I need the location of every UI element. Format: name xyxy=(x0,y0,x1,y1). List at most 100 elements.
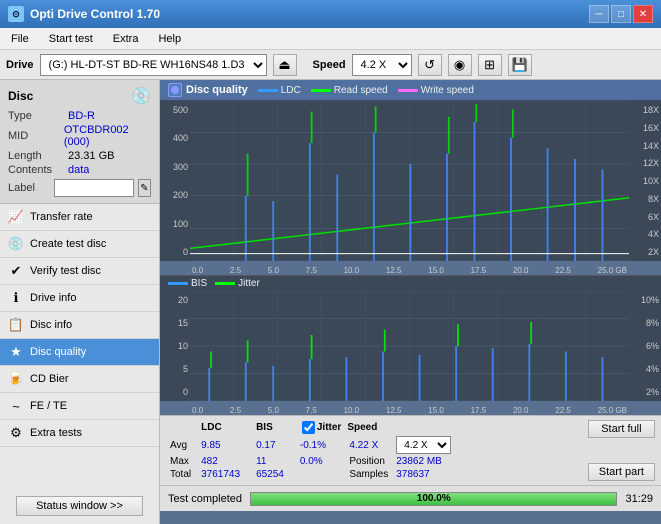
progress-label: 100.0% xyxy=(251,493,616,505)
titlebar: ⊙ Opti Drive Control 1.70 ─ □ ✕ xyxy=(0,0,661,28)
menu-start-test[interactable]: Start test xyxy=(44,31,98,47)
row-avg-ldc: 9.85 xyxy=(199,435,254,455)
eject-button[interactable]: ⏏ xyxy=(273,54,297,76)
chart1-y-axis-left: 5004003002001000 xyxy=(160,101,190,261)
jitter-checkbox[interactable] xyxy=(302,421,315,434)
stats-row: LDC BIS Jitter Speed xyxy=(160,415,661,485)
drive-select[interactable]: (G:) HL-DT-ST BD-RE WH16NS48 1.D3 xyxy=(40,54,267,76)
app-title: Opti Drive Control 1.70 xyxy=(30,7,160,21)
type-value: BD-R xyxy=(68,110,95,122)
sidebar-item-verify-test-disc[interactable]: ✔ Verify test disc xyxy=(0,258,159,285)
disc-icon[interactable]: 💿 xyxy=(131,86,151,106)
sidebar-item-drive-info[interactable]: ℹ Drive info xyxy=(0,285,159,312)
sidebar-item-disc-quality[interactable]: ★ Disc quality xyxy=(0,339,159,366)
row-max-pos-label: Position xyxy=(345,455,392,468)
sidebar: Disc 💿 Type BD-R MID OTCBDR002 (000) Len… xyxy=(0,80,160,524)
jitter-checkbox-label: Jitter xyxy=(302,421,341,434)
contents-value: data xyxy=(68,164,89,176)
speed-label: Speed xyxy=(313,59,346,71)
row-avg-jitter: -0.1% xyxy=(298,435,345,455)
contents-label: Contents xyxy=(8,164,68,176)
legend-write-speed: Write speed xyxy=(398,85,474,96)
disc-quality-title: Disc quality xyxy=(186,84,248,96)
sidebar-item-label-create-test-disc: Create test disc xyxy=(30,238,106,250)
disc-quality-header-icon xyxy=(168,83,182,97)
chart2-y-axis-left: 20151050 xyxy=(160,291,190,401)
row-total-label: Total xyxy=(168,468,199,481)
row-max-label: Max xyxy=(168,455,199,468)
create-test-disc-icon: 💿 xyxy=(8,236,24,252)
legend-jitter: Jitter xyxy=(215,278,260,289)
chart1-canvas: 0.02.55.07.510.012.515.017.520.022.525.0… xyxy=(190,101,629,261)
sidebar-item-fe-te[interactable]: ~ FE / TE xyxy=(0,393,159,420)
legend-write-speed-label: Write speed xyxy=(421,85,474,96)
stats-speed-select[interactable]: 4.2 X xyxy=(396,436,451,454)
col-header-bis: BIS xyxy=(254,420,298,435)
progress-bar-container: 100.0% xyxy=(250,492,617,506)
close-button[interactable]: ✕ xyxy=(633,5,653,23)
label-label: Label xyxy=(8,182,50,194)
legend-ldc-color xyxy=(258,89,278,92)
sidebar-item-label-extra-tests: Extra tests xyxy=(30,427,82,439)
row-max-bis: 11 xyxy=(254,455,298,468)
stats-table-area: LDC BIS Jitter Speed xyxy=(160,416,582,485)
mid-value: OTCBDR002 (000) xyxy=(64,124,151,148)
cd-bier-icon: 🍺 xyxy=(8,371,24,387)
drive-info-icon: ℹ xyxy=(8,290,24,306)
maximize-button[interactable]: □ xyxy=(611,5,631,23)
sidebar-item-disc-info[interactable]: 📋 Disc info xyxy=(0,312,159,339)
sidebar-item-label-disc-info: Disc info xyxy=(30,319,72,331)
sidebar-item-extra-tests[interactable]: ⚙ Extra tests xyxy=(0,420,159,447)
verify-test-disc-icon: ✔ xyxy=(8,263,24,279)
legend-read-speed-label: Read speed xyxy=(334,85,388,96)
table-row: Total 3761743 65254 Samples 378637 xyxy=(168,468,455,481)
minimize-button[interactable]: ─ xyxy=(589,5,609,23)
fe-te-icon: ~ xyxy=(8,398,24,414)
row-total-samples-val: 378637 xyxy=(392,468,455,481)
row-avg-speed: 4.22 X xyxy=(345,435,392,455)
col-header-speed-label: Speed xyxy=(345,420,392,435)
extra-tests-icon: ⚙ xyxy=(8,425,24,441)
menu-help[interactable]: Help xyxy=(153,31,186,47)
stats-buttons: Start full Start part xyxy=(582,416,661,485)
status-window-button[interactable]: Status window >> xyxy=(16,496,143,516)
label-edit-button[interactable]: ✎ xyxy=(138,179,151,197)
row-avg-bis: 0.17 xyxy=(254,435,298,455)
sidebar-item-label-verify-test-disc: Verify test disc xyxy=(30,265,101,277)
row-avg-label: Avg xyxy=(168,435,199,455)
disc-info-icon: 📋 xyxy=(8,317,24,333)
app-icon: ⊙ xyxy=(8,6,24,22)
type-label: Type xyxy=(8,110,68,122)
col-header-empty xyxy=(168,420,199,435)
legend-jitter-label: Jitter xyxy=(238,278,260,289)
row-max-jitter: 0.0% xyxy=(298,455,345,468)
start-part-button[interactable]: Start part xyxy=(588,463,655,481)
start-full-button[interactable]: Start full xyxy=(588,420,655,438)
row-avg-dropdown: 4.2 X xyxy=(392,435,455,455)
table-row: Avg 9.85 0.17 -0.1% 4.22 X 4.2 X xyxy=(168,435,455,455)
menu-extra[interactable]: Extra xyxy=(108,31,144,47)
menu-file[interactable]: File xyxy=(6,31,34,47)
statusbar: Test completed 100.0% 31:29 xyxy=(160,485,661,511)
speed-select[interactable]: 4.2 X xyxy=(352,54,412,76)
titlebar-left: ⊙ Opti Drive Control 1.70 xyxy=(8,6,160,22)
col-header-ldc: LDC xyxy=(199,420,254,435)
table-row: Max 482 11 0.0% Position 23862 MB xyxy=(168,455,455,468)
legend-bis-label: BIS xyxy=(191,278,207,289)
status-text: Test completed xyxy=(168,493,242,505)
disc-panel: Disc 💿 Type BD-R MID OTCBDR002 (000) Len… xyxy=(0,80,159,204)
sidebar-item-cd-bier[interactable]: 🍺 CD Bier xyxy=(0,366,159,393)
row-max-pos-val: 23862 MB xyxy=(392,455,455,468)
mid-label: MID xyxy=(8,130,64,142)
sidebar-item-label-cd-bier: CD Bier xyxy=(30,373,69,385)
label-input[interactable] xyxy=(54,179,134,197)
sidebar-item-create-test-disc[interactable]: 💿 Create test disc xyxy=(0,231,159,258)
refresh-button[interactable]: ↺ xyxy=(418,54,442,76)
grid-button[interactable]: ⊞ xyxy=(478,54,502,76)
sidebar-item-transfer-rate[interactable]: 📈 Transfer rate xyxy=(0,204,159,231)
burn-button[interactable]: ◉ xyxy=(448,54,472,76)
disc-quality-icon: ★ xyxy=(8,344,24,360)
row-total-jitter xyxy=(298,468,345,481)
row-total-bis: 65254 xyxy=(254,468,298,481)
save-button[interactable]: 💾 xyxy=(508,54,532,76)
